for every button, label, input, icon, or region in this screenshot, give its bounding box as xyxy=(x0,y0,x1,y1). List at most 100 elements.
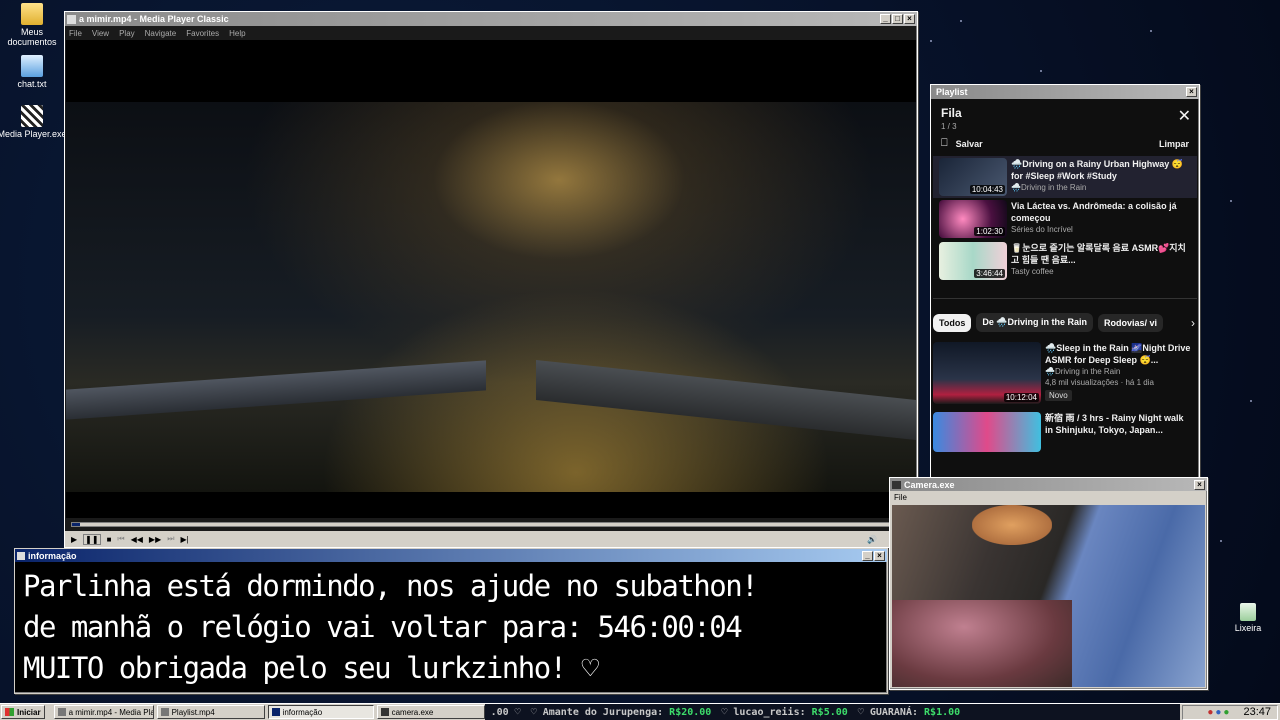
minimize-button[interactable]: _ xyxy=(880,14,891,24)
seek-bar[interactable] xyxy=(71,522,911,527)
task-camera[interactable]: camera.exe xyxy=(376,705,485,719)
video-title: 🌧️Driving on a Rainy Urban Highway 😴 for… xyxy=(1011,159,1183,181)
video-title: 新宿 雨 / 3 hrs - Rainy Night walk in Shinj… xyxy=(1045,413,1184,435)
menu-bar: File View Play Navigate Favorites Help xyxy=(65,26,917,40)
rewind-button[interactable]: ◀◀ xyxy=(131,535,143,544)
ticker-item: ♡ Amante do Jurupenga: R$20.00 xyxy=(530,706,712,718)
task-label: Playlist.mp4 xyxy=(171,707,215,717)
camera-menu-bar: File xyxy=(890,491,1207,503)
info-window[interactable]: informação _ × Parlinha está dormindo, n… xyxy=(14,548,888,694)
previous-button[interactable]: ⏮ xyxy=(117,534,124,544)
menu-help[interactable]: Help xyxy=(229,29,245,38)
chip-highways[interactable]: Rodovias/ vi xyxy=(1098,313,1164,332)
channel-name: 🌧️Driving in the Rain xyxy=(1011,183,1087,192)
taskbar: Iniciar a mimir.mp4 - Media Playe... Pla… xyxy=(0,703,1280,720)
desktop-icon-documents[interactable]: Meus documentos xyxy=(0,3,67,47)
video-thumbnail: 3:46:44 xyxy=(939,242,1007,280)
queue-item[interactable]: 3:46:44 🥛눈으로 즐기는 알록달록 음료 ASMR💕지치고 힘들 땐 음… xyxy=(933,240,1197,282)
info-line: Parlinha está dormindo, nos ajude no sub… xyxy=(23,569,759,603)
recommendation-item[interactable]: 新宿 雨 / 3 hrs - Rainy Night walk in Shinj… xyxy=(933,410,1197,454)
menu-view[interactable]: View xyxy=(92,29,109,38)
minimize-button[interactable]: _ xyxy=(862,550,873,561)
camera-titlebar[interactable]: Camera.exe × xyxy=(890,478,1207,491)
desktop-icon-recycle-bin[interactable]: Lixeira xyxy=(1213,603,1280,633)
duration-badge: 10:04:43 xyxy=(969,185,1005,194)
duration-badge: 10:12:04 xyxy=(1003,393,1039,402)
save-button[interactable]: Salvar xyxy=(956,139,983,149)
blanket-shape xyxy=(892,600,1072,687)
chip-all[interactable]: Todos xyxy=(933,313,972,332)
forward-button[interactable]: ▶▶ xyxy=(149,535,161,544)
notepad-icon xyxy=(21,55,43,77)
close-button[interactable]: × xyxy=(1194,479,1205,490)
start-label: Iniciar xyxy=(17,707,41,717)
desktop-icon-chat[interactable]: chat.txt xyxy=(0,55,67,89)
tray-icon[interactable]: ● xyxy=(1207,707,1213,718)
new-badge: Novo xyxy=(1045,390,1072,401)
queue-item[interactable]: 10:04:43 🌧️Driving on a Rainy Urban High… xyxy=(933,156,1197,198)
chip-bar: Todos De 🌧️Driving in the Rain Rodovias/… xyxy=(933,298,1197,332)
recommendation-item[interactable]: 10:12:04 🌧️Sleep in the Rain 🌌Night Driv… xyxy=(933,340,1197,406)
duration-badge: 1:02:30 xyxy=(974,227,1005,236)
task-info[interactable]: informação xyxy=(267,705,374,719)
chevron-right-icon[interactable]: › xyxy=(1191,316,1195,330)
frame-step-button[interactable]: ▶| xyxy=(180,535,188,544)
start-button[interactable]: Iniciar xyxy=(1,705,45,719)
desktop-icon-media-player[interactable]: Media Player.exe xyxy=(0,105,67,139)
info-titlebar[interactable]: informação _ × xyxy=(15,549,887,562)
video-thumbnail: 10:12:04 xyxy=(933,342,1041,404)
menu-file[interactable]: File xyxy=(69,29,82,38)
window-title: informação xyxy=(28,550,77,561)
desktop-icon-label: Lixeira xyxy=(1234,623,1262,633)
desktop-icon-label: Media Player.exe xyxy=(0,129,67,139)
close-button[interactable]: × xyxy=(874,550,885,561)
menu-file[interactable]: File xyxy=(894,493,907,502)
info-text: Parlinha está dormindo, nos ajude no sub… xyxy=(15,562,887,689)
queue-item[interactable]: 1:02:30 Via Láctea vs. Andrômeda: a coli… xyxy=(933,198,1197,240)
controls-bar: ▶ ❚❚ ■ ⏮ ◀◀ ▶▶ ⏭ ▶| 🔊 xyxy=(65,531,917,547)
menu-play[interactable]: Play xyxy=(119,29,135,38)
queue-title: Fila xyxy=(941,106,962,120)
app-icon xyxy=(17,551,25,560)
video-meta: 4,8 mil visualizações · há 1 dia xyxy=(1045,378,1154,387)
playlist-window[interactable]: Playlist × Fila 1 / 3 ✕ ⎕ Salvar Limpar … xyxy=(930,84,1200,480)
task-label: informação xyxy=(282,707,323,717)
next-button[interactable]: ⏭ xyxy=(167,534,174,544)
queue-count: 1 / 3 xyxy=(941,122,957,131)
pause-button[interactable]: ❚❚ xyxy=(83,533,101,545)
tray-icon[interactable]: ● xyxy=(1215,707,1221,718)
camera-window[interactable]: Camera.exe × File xyxy=(889,477,1208,690)
chip-channel[interactable]: De 🌧️Driving in the Rain xyxy=(976,313,1094,332)
recommendation-list: 10:12:04 🌧️Sleep in the Rain 🌌Night Driv… xyxy=(933,340,1197,454)
task-label: camera.exe xyxy=(391,707,434,717)
window-title: a mimir.mp4 - Media Player Classic xyxy=(79,14,229,24)
video-area[interactable] xyxy=(66,40,916,518)
close-queue-icon[interactable]: ✕ xyxy=(1178,106,1191,126)
maximize-button[interactable]: □ xyxy=(892,14,903,24)
task-label: a mimir.mp4 - Media Playe... xyxy=(68,707,153,717)
close-button[interactable]: × xyxy=(1186,87,1197,97)
task-app-icon xyxy=(271,708,280,716)
video-title: 🌧️Sleep in the Rain 🌌Night Drive ASMR fo… xyxy=(1045,343,1191,365)
stop-button[interactable]: ■ xyxy=(107,535,112,544)
windows-logo-icon xyxy=(5,708,14,716)
media-player-titlebar[interactable]: a mimir.mp4 - Media Player Classic _ □ × xyxy=(65,12,917,26)
task-media-player[interactable]: a mimir.mp4 - Media Playe... xyxy=(53,705,154,719)
menu-navigate[interactable]: Navigate xyxy=(145,29,177,38)
close-button[interactable]: × xyxy=(904,14,915,24)
folder-icon xyxy=(21,3,43,25)
menu-favorites[interactable]: Favorites xyxy=(186,29,219,38)
donation-ticker: .00 ♡ ♡ Amante do Jurupenga: R$20.00 ♡ l… xyxy=(484,703,1180,720)
channel-name: Tasty coffee xyxy=(1011,267,1054,276)
volume-icon[interactable]: 🔊 xyxy=(867,535,877,544)
play-button[interactable]: ▶ xyxy=(71,535,77,544)
bookmark-icon[interactable]: ⎕ xyxy=(941,137,948,150)
video-title: Via Láctea vs. Andrômeda: a colisão já c… xyxy=(1011,201,1177,223)
tray-icon[interactable]: ● xyxy=(1223,707,1229,718)
task-playlist[interactable]: Playlist.mp4 xyxy=(156,705,265,719)
ticker-item: .00 ♡ xyxy=(490,706,521,718)
media-player-window[interactable]: a mimir.mp4 - Media Player Classic _ □ ×… xyxy=(64,11,918,548)
clear-button[interactable]: Limpar xyxy=(1159,139,1189,149)
playlist-titlebar[interactable]: Playlist × xyxy=(931,85,1199,99)
ticker-item: ♡ lucao_reiis: R$5.00 xyxy=(721,706,848,718)
